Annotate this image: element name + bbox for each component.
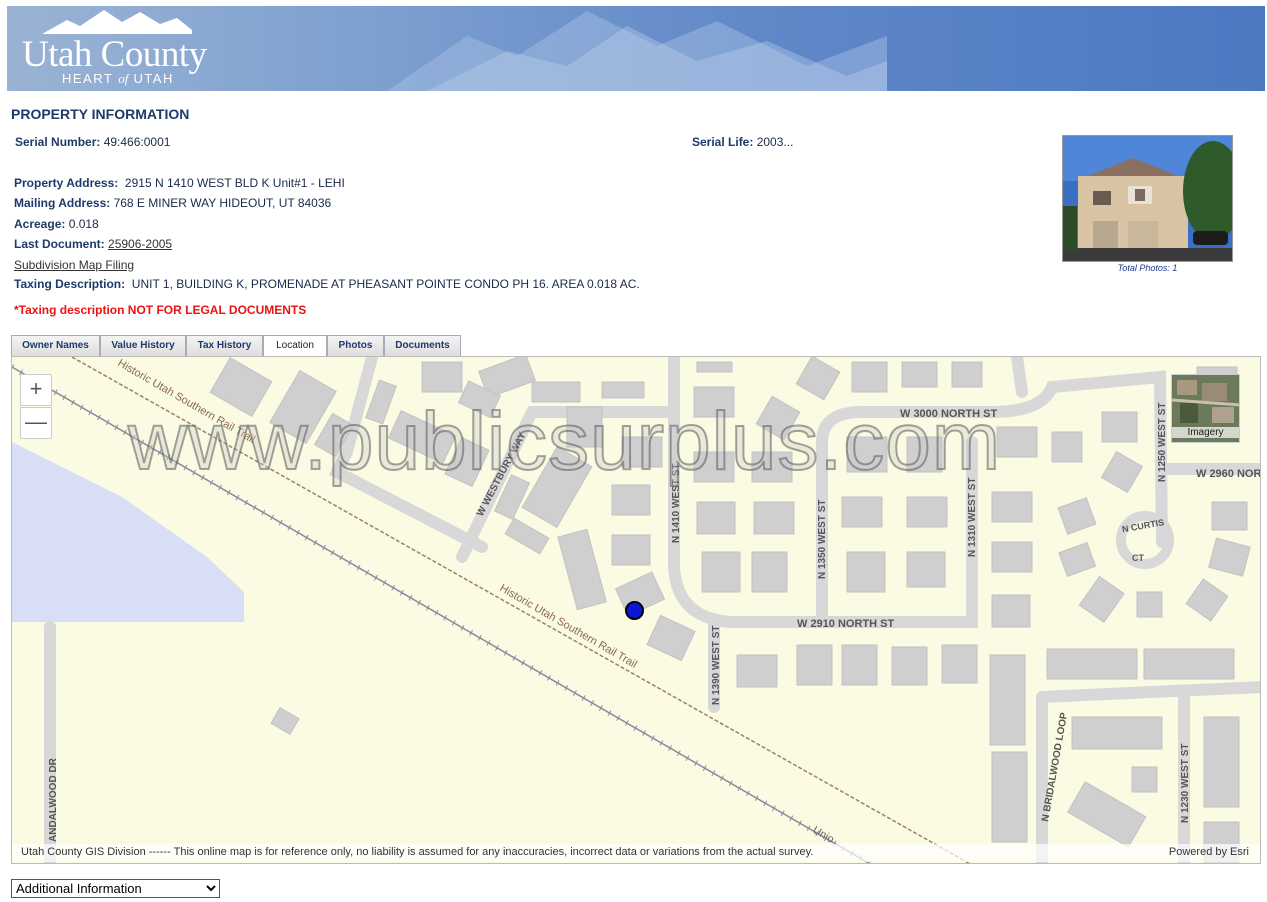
logo-subtitle-utah: UTAH: [128, 71, 174, 86]
zoom-in-button[interactable]: +: [20, 374, 52, 406]
serial-life-row: Serial Life: 2003...: [692, 135, 793, 149]
banner-mountain-graphic: [387, 11, 887, 91]
street-w2960: W 2960 NORTH S: [1196, 468, 1261, 480]
additional-information-select[interactable]: Additional Information: [11, 879, 220, 898]
serial-life-value: 2003...: [756, 135, 794, 149]
taxing-description-value: UNIT 1, BUILDING K, PROMENADE AT PHEASAN…: [131, 277, 640, 291]
serial-number-label: Serial Number:: [15, 135, 101, 149]
mailing-address-label: Mailing Address:: [14, 196, 111, 210]
mailing-address-value: 768 E MINER WAY HIDEOUT, UT 84036: [113, 196, 332, 210]
powered-by-esri[interactable]: Powered by Esri: [1169, 846, 1249, 858]
property-address-row: Property Address: 2915 N 1410 WEST BLD K…: [14, 176, 345, 190]
mailing-address-row: Mailing Address: 768 E MINER WAY HIDEOUT…: [14, 196, 331, 210]
map-water: [12, 442, 244, 622]
tab-value-history[interactable]: Value History: [100, 335, 186, 357]
logo-subtitle-heart: HEART: [62, 71, 119, 86]
last-document-label: Last Document:: [14, 237, 105, 251]
street-n1230: N 1230 WEST ST: [1180, 744, 1191, 823]
header-banner: Utah County HEART of UTAH: [7, 6, 1265, 91]
street-n1250: N 1250 WEST ST: [1157, 403, 1168, 482]
tab-location[interactable]: Location: [263, 335, 327, 358]
imagery-label: Imagery: [1172, 427, 1239, 438]
last-document-row: Last Document: 25906-2005: [14, 237, 172, 251]
taxing-description-row: Taxing Description: UNIT 1, BUILDING K, …: [14, 277, 640, 291]
tab-owner-names[interactable]: Owner Names: [11, 335, 100, 357]
attribution-text: Utah County GIS Division ------ This onl…: [21, 846, 814, 858]
property-photo[interactable]: [1062, 135, 1233, 262]
acreage-row: Acreage: 0.018: [14, 217, 99, 231]
taxing-warning: *Taxing description NOT FOR LEGAL DOCUME…: [14, 303, 307, 317]
subdivision-map-filing-link[interactable]: Subdivision Map Filing: [14, 258, 134, 272]
serial-number-row: Serial Number: 49:466:0001: [15, 135, 170, 149]
last-document-link[interactable]: 25906-2005: [108, 237, 172, 251]
logo-title: Utah County: [22, 34, 207, 75]
street-n1410: N 1410 WEST ST: [671, 464, 682, 543]
property-photo-image: [1063, 136, 1232, 261]
serial-life-label: Serial Life:: [692, 135, 754, 149]
logo-subtitle: HEART of UTAH: [62, 71, 174, 87]
additional-info-wrapper: Additional Information: [11, 879, 220, 898]
tab-photos[interactable]: Photos: [327, 335, 384, 357]
logo-mountain-icon: [42, 10, 192, 34]
imagery-basemap-toggle[interactable]: Imagery: [1171, 374, 1240, 443]
property-address-label: Property Address:: [14, 176, 119, 190]
taxing-description-label: Taxing Description:: [14, 277, 126, 291]
acreage-value: 0.018: [68, 217, 99, 231]
street-n1310: N 1310 WEST ST: [967, 478, 978, 557]
property-location-marker[interactable]: [625, 601, 644, 620]
acreage-label: Acreage:: [14, 217, 66, 231]
street-n1350: N 1350 WEST ST: [817, 500, 828, 579]
logo-subtitle-of: of: [118, 71, 129, 86]
street-curtis-ct: CT: [1132, 553, 1144, 563]
page-title: PROPERTY INFORMATION: [11, 106, 190, 122]
street-w2910: W 2910 NORTH ST: [797, 618, 894, 630]
rail-trail-label-2: Historic Utah Southern Rail Trail: [498, 582, 640, 671]
street-n1390: N 1390 WEST ST: [711, 626, 722, 705]
serial-number-value: 49:466:0001: [103, 135, 171, 149]
tab-tax-history[interactable]: Tax History: [186, 335, 263, 357]
property-address-value: 2915 N 1410 WEST BLD K Unit#1 - LEHI: [124, 176, 345, 190]
subdivision-row: Subdivision Map Filing: [14, 258, 134, 272]
street-w3000: W 3000 NORTH ST: [900, 408, 997, 420]
zoom-out-button[interactable]: —: [20, 407, 52, 439]
map-attribution: Utah County GIS Division ------ This onl…: [12, 844, 1260, 862]
tab-documents[interactable]: Documents: [384, 335, 461, 357]
total-photos-caption: Total Photos: 1: [1117, 263, 1178, 273]
street-sandalwood: ANDALWOOD DR: [48, 757, 59, 842]
